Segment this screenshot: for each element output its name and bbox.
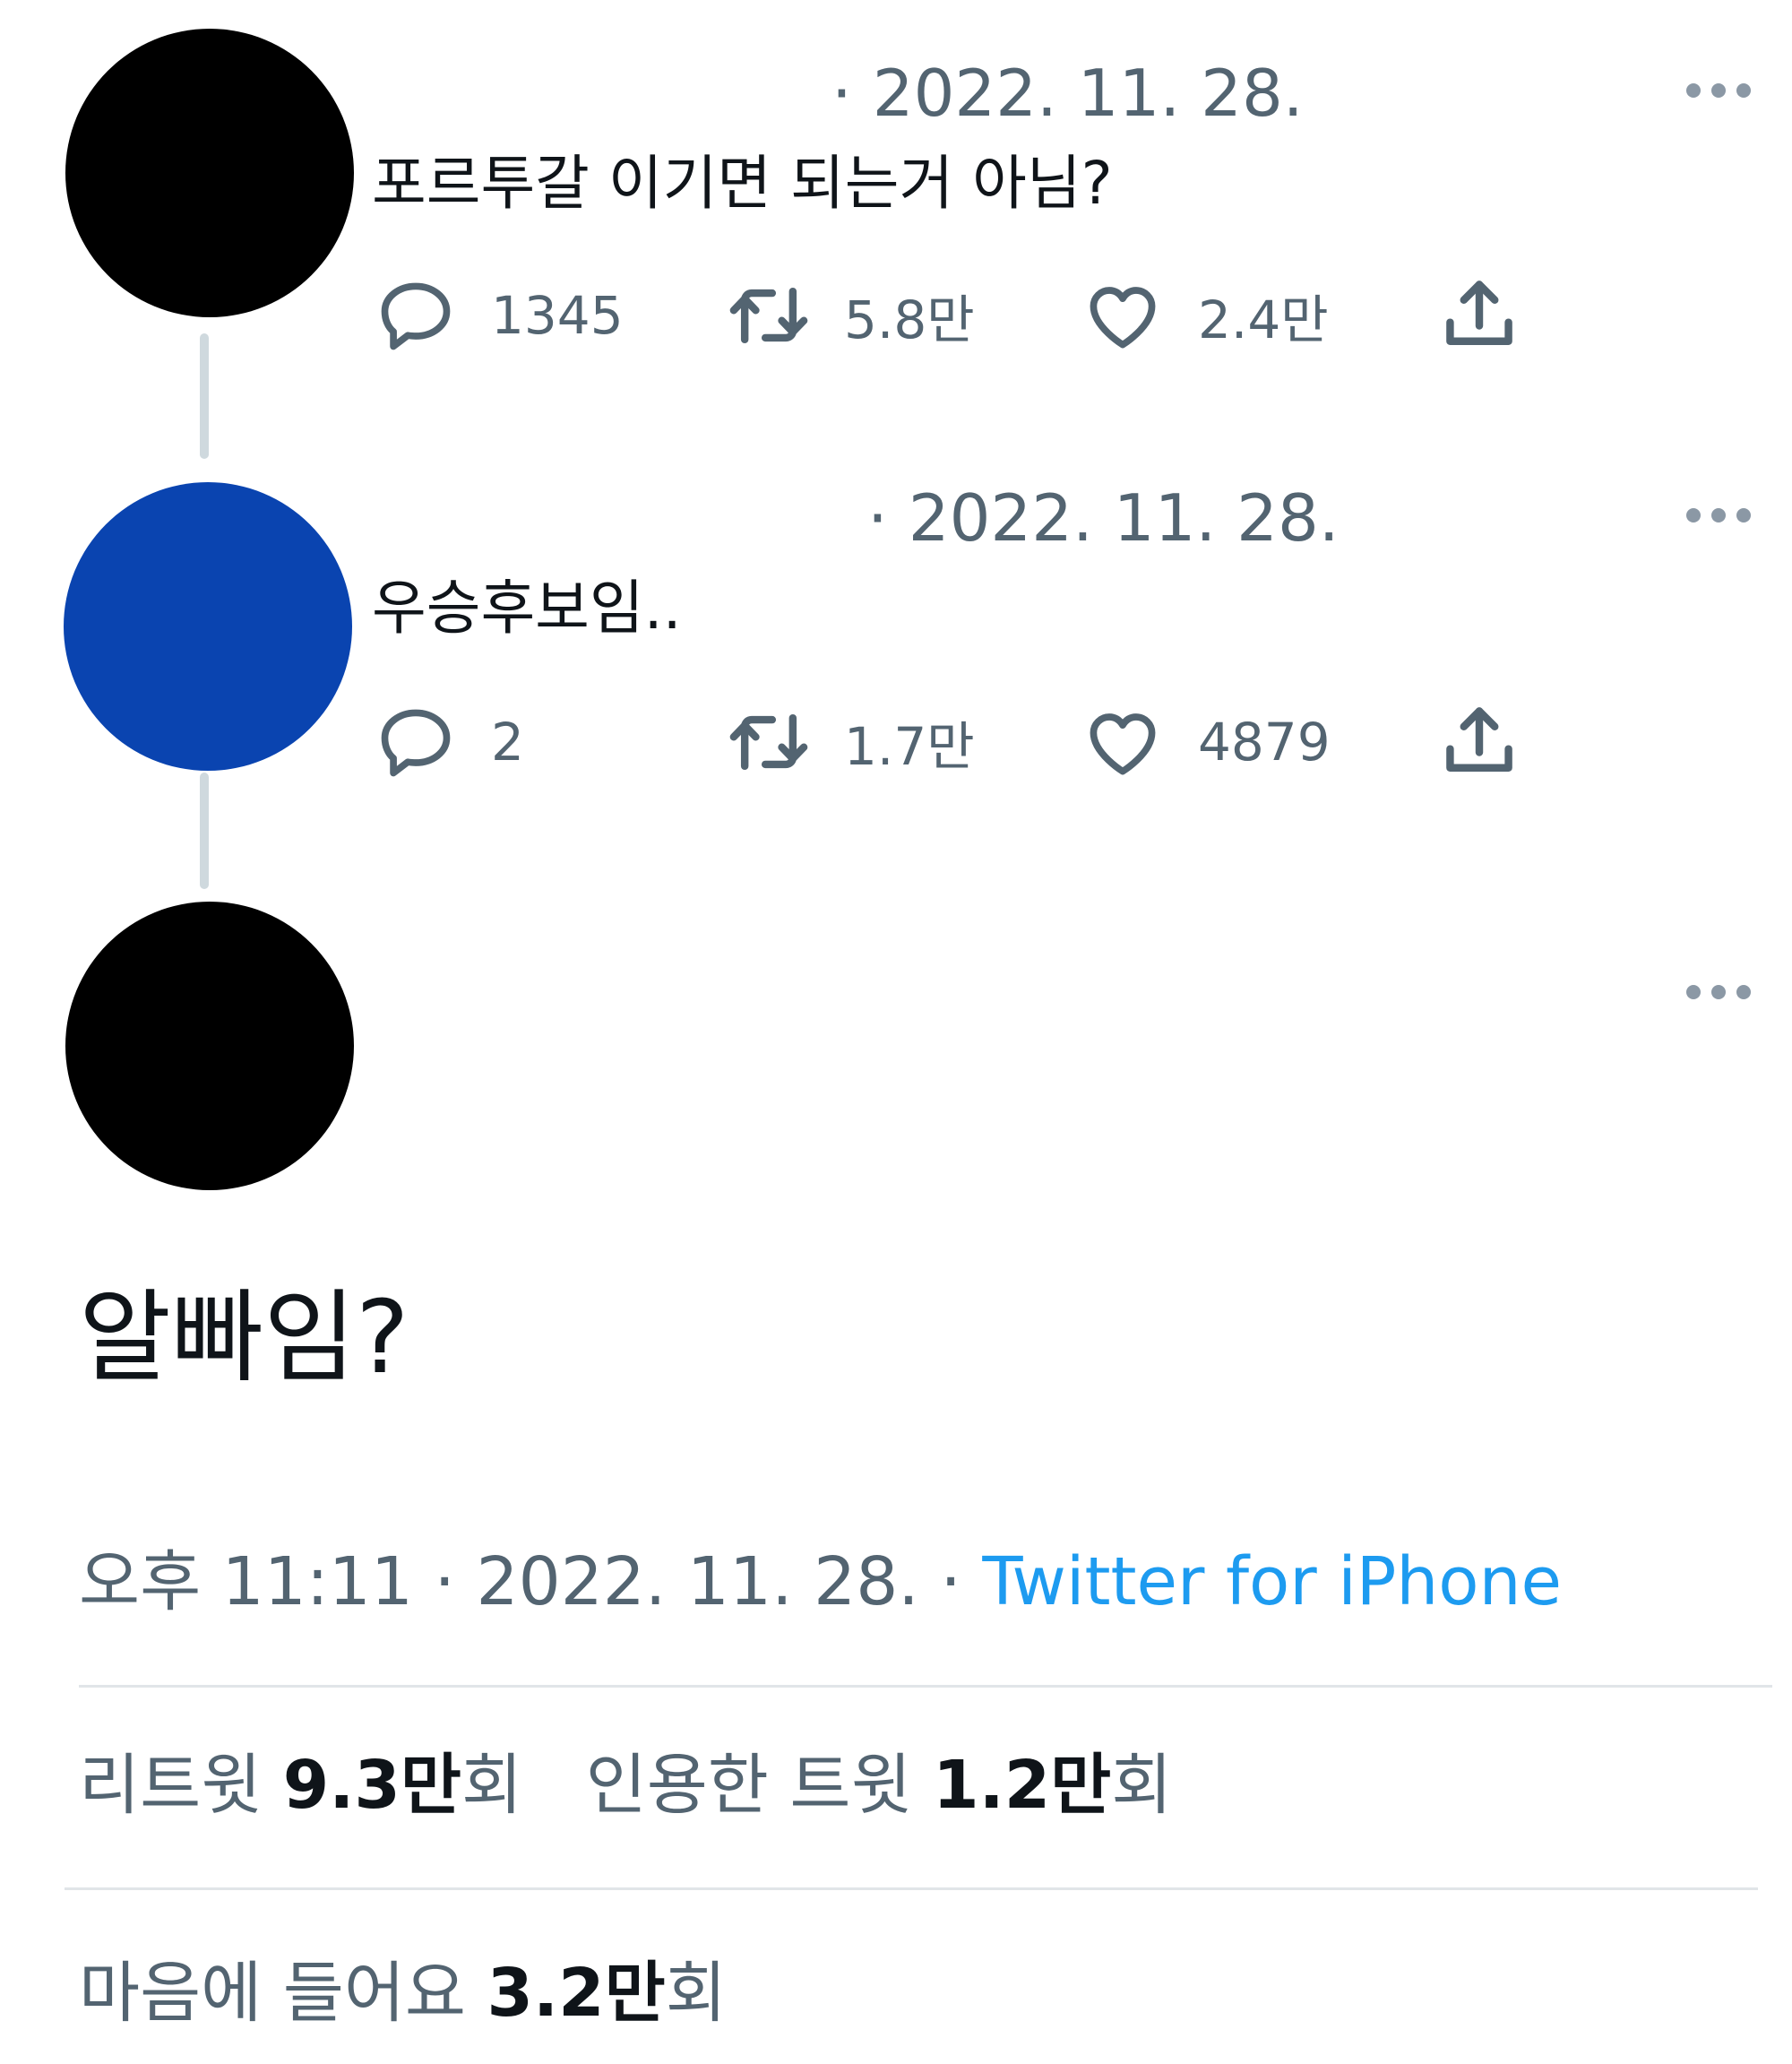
retweet-icon	[729, 287, 808, 344]
quotes-unit: 회	[1111, 1747, 1173, 1824]
avatar[interactable]	[65, 29, 354, 317]
share-icon	[1446, 281, 1512, 345]
thread-connector	[200, 773, 209, 889]
retweet-count: 1.7만	[844, 716, 975, 777]
reply-icon	[381, 282, 451, 350]
avatar[interactable]	[65, 902, 354, 1190]
like-count: 2.4만	[1198, 289, 1329, 350]
like-button[interactable]: 4879	[1081, 701, 1331, 783]
reply-button[interactable]: 2	[375, 701, 524, 783]
divider	[79, 1685, 1772, 1688]
retweet-button[interactable]: 1.7만	[728, 701, 975, 783]
thread-connector	[200, 333, 209, 459]
avatar[interactable]	[64, 482, 352, 771]
likes-label: 마음에 들어요	[79, 1955, 467, 2032]
tweet-time: 오후 11:11	[79, 1543, 413, 1620]
share-icon	[1446, 707, 1512, 772]
quote-tweets-stat[interactable]: 인용한 트윗 1.2만회	[586, 1747, 1173, 1824]
tweet-text: 알빠임?	[79, 1280, 409, 1396]
retweets-value: 9.3만	[282, 1747, 461, 1824]
reply-count: 2	[491, 712, 524, 773]
divider	[65, 1887, 1758, 1890]
more-icon[interactable]	[1686, 508, 1751, 522]
tweet-source-link[interactable]: Twitter for iPhone	[982, 1543, 1562, 1620]
like-count: 4879	[1198, 712, 1331, 773]
retweets-label: 리트윗	[79, 1747, 263, 1824]
tweet-date[interactable]: · 2022. 11. 28.	[831, 61, 1304, 125]
retweet-button[interactable]: 5.8만	[728, 274, 975, 357]
likes-value: 3.2만	[487, 1955, 666, 2032]
share-button[interactable]	[1438, 701, 1521, 783]
meta-separator: ·	[434, 1543, 456, 1620]
quotes-label: 인용한 트윗	[585, 1747, 912, 1824]
reply-count: 1345	[491, 285, 624, 346]
reply-button[interactable]: 1345	[375, 274, 624, 357]
tweet-meta: 오후 11:11 · 2022. 11. 28. · Twitter for i…	[79, 1549, 1562, 1615]
retweet-stats: 리트윗 9.3만회 인용한 트윗 1.2만회	[79, 1752, 1172, 1818]
tweet-date: 2022. 11. 28.	[476, 1543, 919, 1620]
reply-icon	[381, 709, 451, 777]
retweet-icon	[729, 713, 808, 771]
quotes-value: 1.2만	[933, 1747, 1112, 1824]
share-button[interactable]	[1438, 274, 1521, 357]
more-icon[interactable]	[1686, 83, 1751, 98]
like-icon	[1090, 287, 1156, 349]
likes-unit: 회	[665, 1955, 727, 2032]
tweet-text: 포르투갈 이기면 되는거 아님?	[372, 149, 1113, 218]
like-button[interactable]: 2.4만	[1081, 274, 1329, 357]
meta-separator: ·	[940, 1543, 961, 1620]
retweet-count: 5.8만	[844, 289, 975, 350]
like-icon	[1090, 713, 1156, 775]
tweet-text: 우승후보임..	[372, 574, 682, 643]
tweet-date[interactable]: · 2022. 11. 28.	[867, 486, 1340, 550]
likes-stats[interactable]: 마음에 들어요 3.2만회	[79, 1960, 727, 2026]
more-icon[interactable]	[1686, 985, 1751, 999]
retweets-stat[interactable]: 리트윗 9.3만회	[79, 1747, 544, 1824]
retweets-unit: 회	[461, 1747, 523, 1824]
